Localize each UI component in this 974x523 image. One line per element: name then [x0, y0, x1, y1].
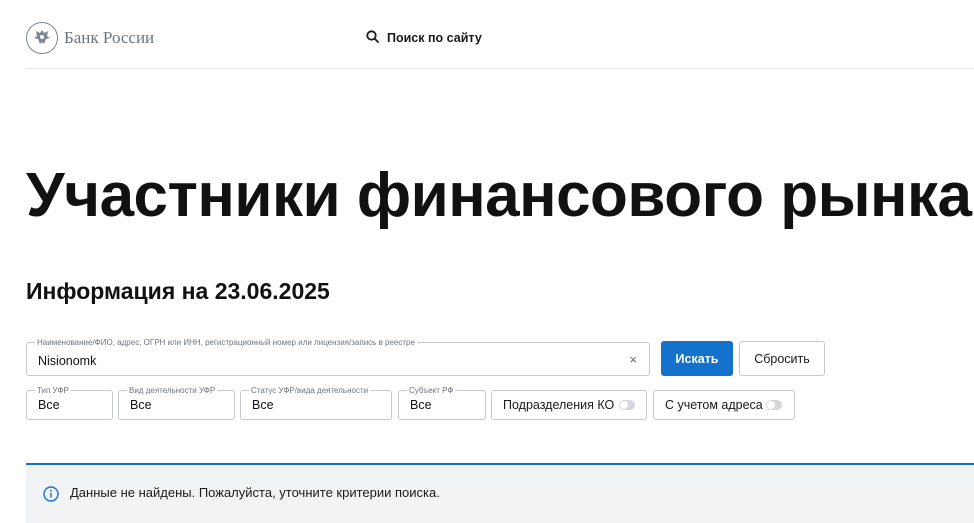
- toggle-switch[interactable]: [619, 400, 635, 410]
- filter-region[interactable]: Субъект РФ Все: [398, 385, 486, 420]
- eagle-emblem-icon: [26, 22, 58, 54]
- search-button[interactable]: Искать: [661, 341, 733, 376]
- filter-label: Тип УФР: [35, 385, 71, 396]
- logo-text: Банк России: [64, 28, 155, 47]
- filter-label: Субъект РФ: [407, 385, 456, 396]
- page-title: Участники финансового рынка: [26, 161, 972, 230]
- site-search-link[interactable]: Поиск по сайту: [366, 30, 482, 46]
- reset-button[interactable]: Сбросить: [739, 341, 825, 376]
- bank-logo[interactable]: Банк России: [26, 22, 154, 54]
- toggle-knob: [620, 401, 628, 409]
- filter-value: Все: [410, 398, 432, 412]
- header-divider: [26, 68, 974, 69]
- site-header: Банк России Поиск по сайту: [0, 0, 974, 70]
- filter-activity-type[interactable]: Вид деятельности УФР Все: [118, 385, 235, 420]
- filter-value: Все: [130, 398, 152, 412]
- filter-status[interactable]: Статус УФР/вида деятельности Все: [240, 385, 392, 420]
- toggle-address[interactable]: С учетом адреса: [653, 390, 795, 420]
- toggle-ko-branches[interactable]: Подразделения КО: [491, 390, 647, 420]
- search-icon: [366, 30, 379, 46]
- filter-value: Все: [252, 398, 274, 412]
- filter-label: Вид деятельности УФР: [127, 385, 218, 396]
- filter-label: Статус УФР/вида деятельности: [249, 385, 371, 396]
- filter-ufr-type[interactable]: Тип УФР Все: [26, 385, 113, 420]
- search-field[interactable]: Наименование/ФИО, адрес, ОГРН или ИНН, р…: [26, 337, 650, 376]
- site-search-label: Поиск по сайту: [387, 31, 482, 45]
- info-icon: [43, 486, 59, 502]
- info-date: Информация на 23.06.2025: [26, 278, 330, 304]
- toggle-label: Подразделения КО: [503, 398, 615, 412]
- toggle-switch[interactable]: [766, 400, 782, 410]
- no-results-notice: Данные не найдены. Пожалуйста, уточните …: [26, 463, 974, 523]
- notice-text: Данные не найдены. Пожалуйста, уточните …: [70, 485, 440, 500]
- toggle-label: С учетом адреса: [665, 398, 763, 412]
- toggle-knob: [767, 401, 775, 409]
- filter-value: Все: [38, 398, 60, 412]
- clear-icon[interactable]: ×: [629, 352, 637, 367]
- search-input-value[interactable]: Nisionomk: [38, 354, 96, 368]
- search-field-label: Наименование/ФИО, адрес, ОГРН или ИНН, р…: [35, 337, 417, 348]
